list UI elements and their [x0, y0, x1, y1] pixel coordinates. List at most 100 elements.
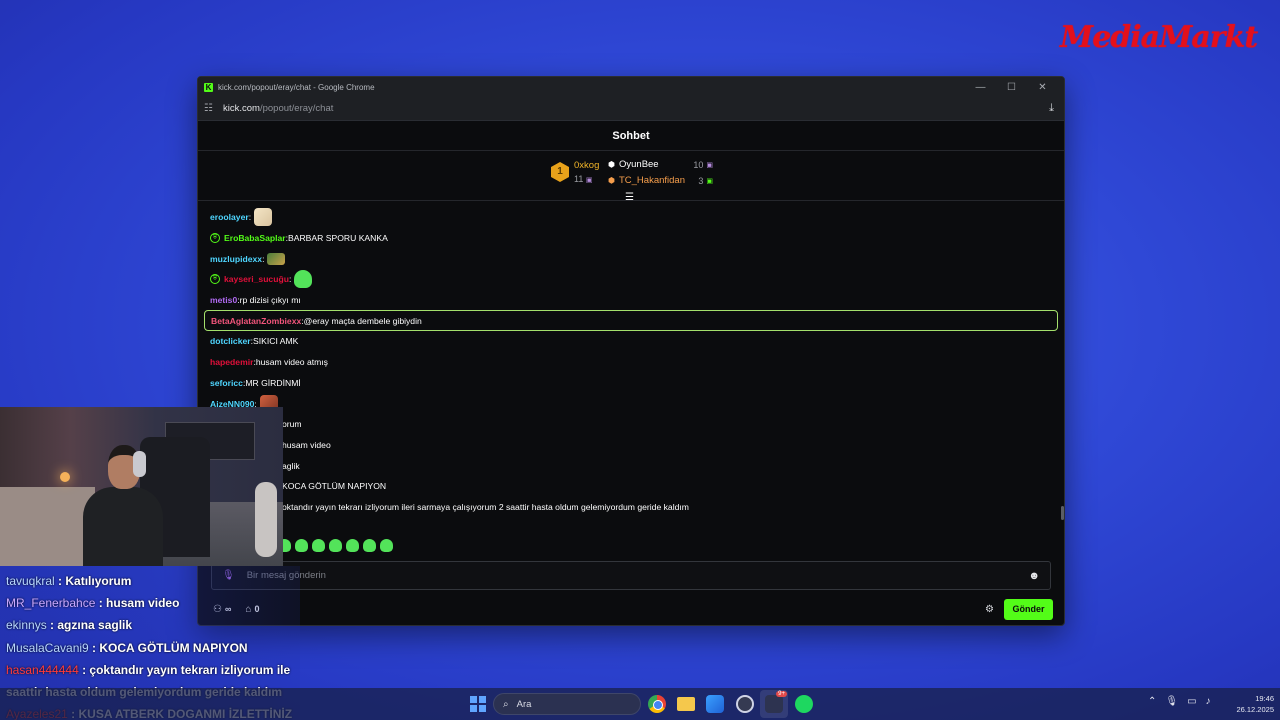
- system-tray: ⌃ 🎙 ▭ ♪: [1148, 696, 1211, 707]
- leaderboard-first-place[interactable]: 1 0xkog 11 ▣: [551, 160, 599, 184]
- close-button[interactable]: ✕: [1027, 82, 1058, 93]
- chat-message[interactable]: dotclicker: SIKICI AMK: [210, 331, 1052, 352]
- leaderboard-row[interactable]: ⬢ TC_Hakanfidan 3 ▣: [608, 175, 713, 186]
- chat-username[interactable]: seforicc: [210, 378, 243, 388]
- emote: [267, 252, 286, 265]
- chat-username[interactable]: dotclicker: [210, 336, 251, 346]
- leaderboard-row[interactable]: ⬢ OyunBee 10 ▣: [608, 159, 713, 170]
- kick-favicon-icon: K: [204, 82, 213, 92]
- chat-username[interactable]: hapedemir: [210, 357, 253, 367]
- chat-message[interactable]: KOCA GÖTLÜM NAPIYON: [210, 476, 1052, 497]
- microphone-icon[interactable]: 🎙: [1165, 696, 1178, 707]
- download-icon[interactable]: ⤓: [1049, 102, 1054, 115]
- gift-icon: ▣: [706, 161, 713, 169]
- streamer: [83, 445, 163, 566]
- notification-badge: 9+: [776, 691, 787, 697]
- chat-message[interactable]: BetaAglatanZombiexx: @eray maçta dembele…: [204, 310, 1058, 332]
- display-icon[interactable]: ▭: [1187, 696, 1196, 707]
- chat-message[interactable]: seforicc: MR GİRDİNMİ: [210, 373, 1052, 394]
- app-icon[interactable]: 9+: [765, 691, 787, 713]
- emote-row: [210, 539, 1052, 553]
- chat-message[interactable]: orum: [210, 414, 1052, 435]
- chat-message[interactable]: ⛨ kayseri_sucuğu:: [210, 269, 1052, 290]
- chat-input-box[interactable]: 🎙 ☻: [211, 561, 1051, 590]
- chat-username[interactable]: muzlupidexx: [210, 254, 262, 264]
- overlay-message-text: : Katılıyorum: [54, 574, 132, 588]
- chat-message-text: oktandır yayın tekrarı izliyorum ileri s…: [282, 501, 689, 512]
- chat-message[interactable]: ⛨ EroBabaSaplar: BARBAR SPORU KANKA: [210, 228, 1052, 249]
- overlay-chat-line: ekinnys : agzına saglik: [6, 618, 132, 632]
- taskbar-search[interactable]: ⌕ Ara: [493, 693, 641, 715]
- file-explorer-icon[interactable]: [677, 697, 695, 711]
- chat-message[interactable]: metis0: rp dizisi çıkyı mı: [210, 290, 1052, 311]
- title-bar: K kick.com/popout/eray/chat - Google Chr…: [198, 77, 1064, 97]
- overlay-username: MusalaCavani9: [6, 640, 89, 655]
- chat-message[interactable]: AizeNN090:: [210, 393, 1052, 414]
- gift-leaderboard: 1 0xkog 11 ▣ ⬢ OyunBee 10 ▣ ⬢ TC_Hakanfi…: [198, 151, 1064, 203]
- overlay-chat-line: tavuqkral : Katılıyorum: [6, 574, 131, 588]
- chrome-app-icon[interactable]: [648, 695, 666, 713]
- url-path: /popout/eray/chat: [259, 103, 334, 114]
- chat-message[interactable]: hapedemir: husam video atmış: [210, 352, 1052, 373]
- webcam-overlay: [0, 407, 283, 566]
- emote: [294, 270, 313, 289]
- app-icon[interactable]: [736, 695, 754, 713]
- chat-message-text: @eray maçta dembele gibiydin: [303, 315, 422, 326]
- clock[interactable]: 19:46 26.12.2025: [1228, 693, 1274, 715]
- settings-gear-icon[interactable]: ⚙: [985, 604, 994, 615]
- taskbar: ⌕ Ara 9+ ⌃ 🎙 ▭ ♪ 19:46 26.12.2025: [0, 688, 1280, 720]
- emoji-picker-icon[interactable]: ☻: [1028, 570, 1040, 582]
- photos-app-icon[interactable]: [706, 695, 724, 713]
- chat-username[interactable]: metis0: [210, 295, 237, 305]
- minimize-button[interactable]: —: [965, 82, 996, 93]
- address-bar[interactable]: ☷ kick.com/popout/eray/chat ⤓: [198, 97, 1064, 121]
- emote: [346, 539, 359, 553]
- chat-message[interactable]: muzlupidexx:: [210, 248, 1052, 269]
- maximize-button[interactable]: ☐: [996, 82, 1027, 93]
- chevron-up-icon[interactable]: ⌃: [1148, 696, 1156, 707]
- leaderboard-count: 3: [698, 175, 704, 186]
- emote: [312, 539, 325, 553]
- rank-one-badge: 1: [551, 162, 569, 182]
- spotify-app-icon[interactable]: [795, 695, 813, 713]
- chat-message[interactable]: eroolayer:: [210, 207, 1052, 228]
- chat-username[interactable]: EroBabaSaplar: [224, 233, 286, 243]
- chat-message[interactable]: oktandır yayın tekrarı izliyorum ileri s…: [210, 497, 1052, 518]
- chat-message-text: MR GİRDİNMİ: [245, 377, 301, 388]
- leaderboard-name: 0xkog: [574, 160, 600, 171]
- chat-message-text: rp dizisi çıkyı mı: [239, 295, 301, 306]
- chat-message-input[interactable]: [246, 570, 1029, 581]
- overlay-message-text: : agzına saglik: [46, 618, 133, 633]
- chat-scrollbar[interactable]: [1061, 506, 1064, 520]
- chat-message-text: aglik: [282, 460, 300, 471]
- leaderboard-count: 10: [693, 159, 704, 170]
- search-placeholder: Ara: [516, 698, 532, 710]
- overlay-username: MR_Fenerbahce: [6, 596, 96, 611]
- emote: [363, 539, 376, 553]
- volume-icon[interactable]: ♪: [1206, 696, 1211, 707]
- chat-username[interactable]: BetaAglatanZombiexx: [211, 316, 301, 326]
- chat-message-text: husam video atmış: [255, 357, 328, 368]
- overlay-message-text: : husam video: [95, 596, 180, 611]
- emote: [254, 208, 273, 227]
- overlay-chat-line: MR_Fenerbahce : husam video: [6, 596, 179, 610]
- start-button[interactable]: [470, 696, 486, 712]
- leaderboard-count: 11: [574, 174, 584, 184]
- overlay-username: tavuqkral: [6, 574, 55, 588]
- chat-message[interactable]: husam video: [210, 435, 1052, 456]
- hex-badge-icon: ⬢: [608, 176, 615, 185]
- site-info-icon[interactable]: ☷: [204, 103, 218, 114]
- send-button[interactable]: Gönder: [1004, 598, 1053, 620]
- emote: [295, 539, 308, 553]
- leaderboard-name: TC_Hakanfidan: [618, 175, 685, 186]
- clock-time: 19:46: [1255, 694, 1274, 703]
- gift-icon: ▣: [706, 177, 713, 185]
- chat-message-text: BARBAR SPORU KANKA: [288, 233, 388, 244]
- browser-window: K kick.com/popout/eray/chat - Google Chr…: [197, 76, 1065, 626]
- chat-message-text: KOCA GÖTLÜM NAPIYON: [282, 481, 387, 492]
- chat-username[interactable]: eroolayer: [210, 212, 249, 222]
- chat-message-text: SIKICI AMK: [253, 336, 299, 347]
- chat-username[interactable]: kayseri_sucuğu: [224, 274, 289, 284]
- chat-message[interactable]: aglik: [210, 455, 1052, 476]
- search-icon: ⌕: [503, 698, 509, 710]
